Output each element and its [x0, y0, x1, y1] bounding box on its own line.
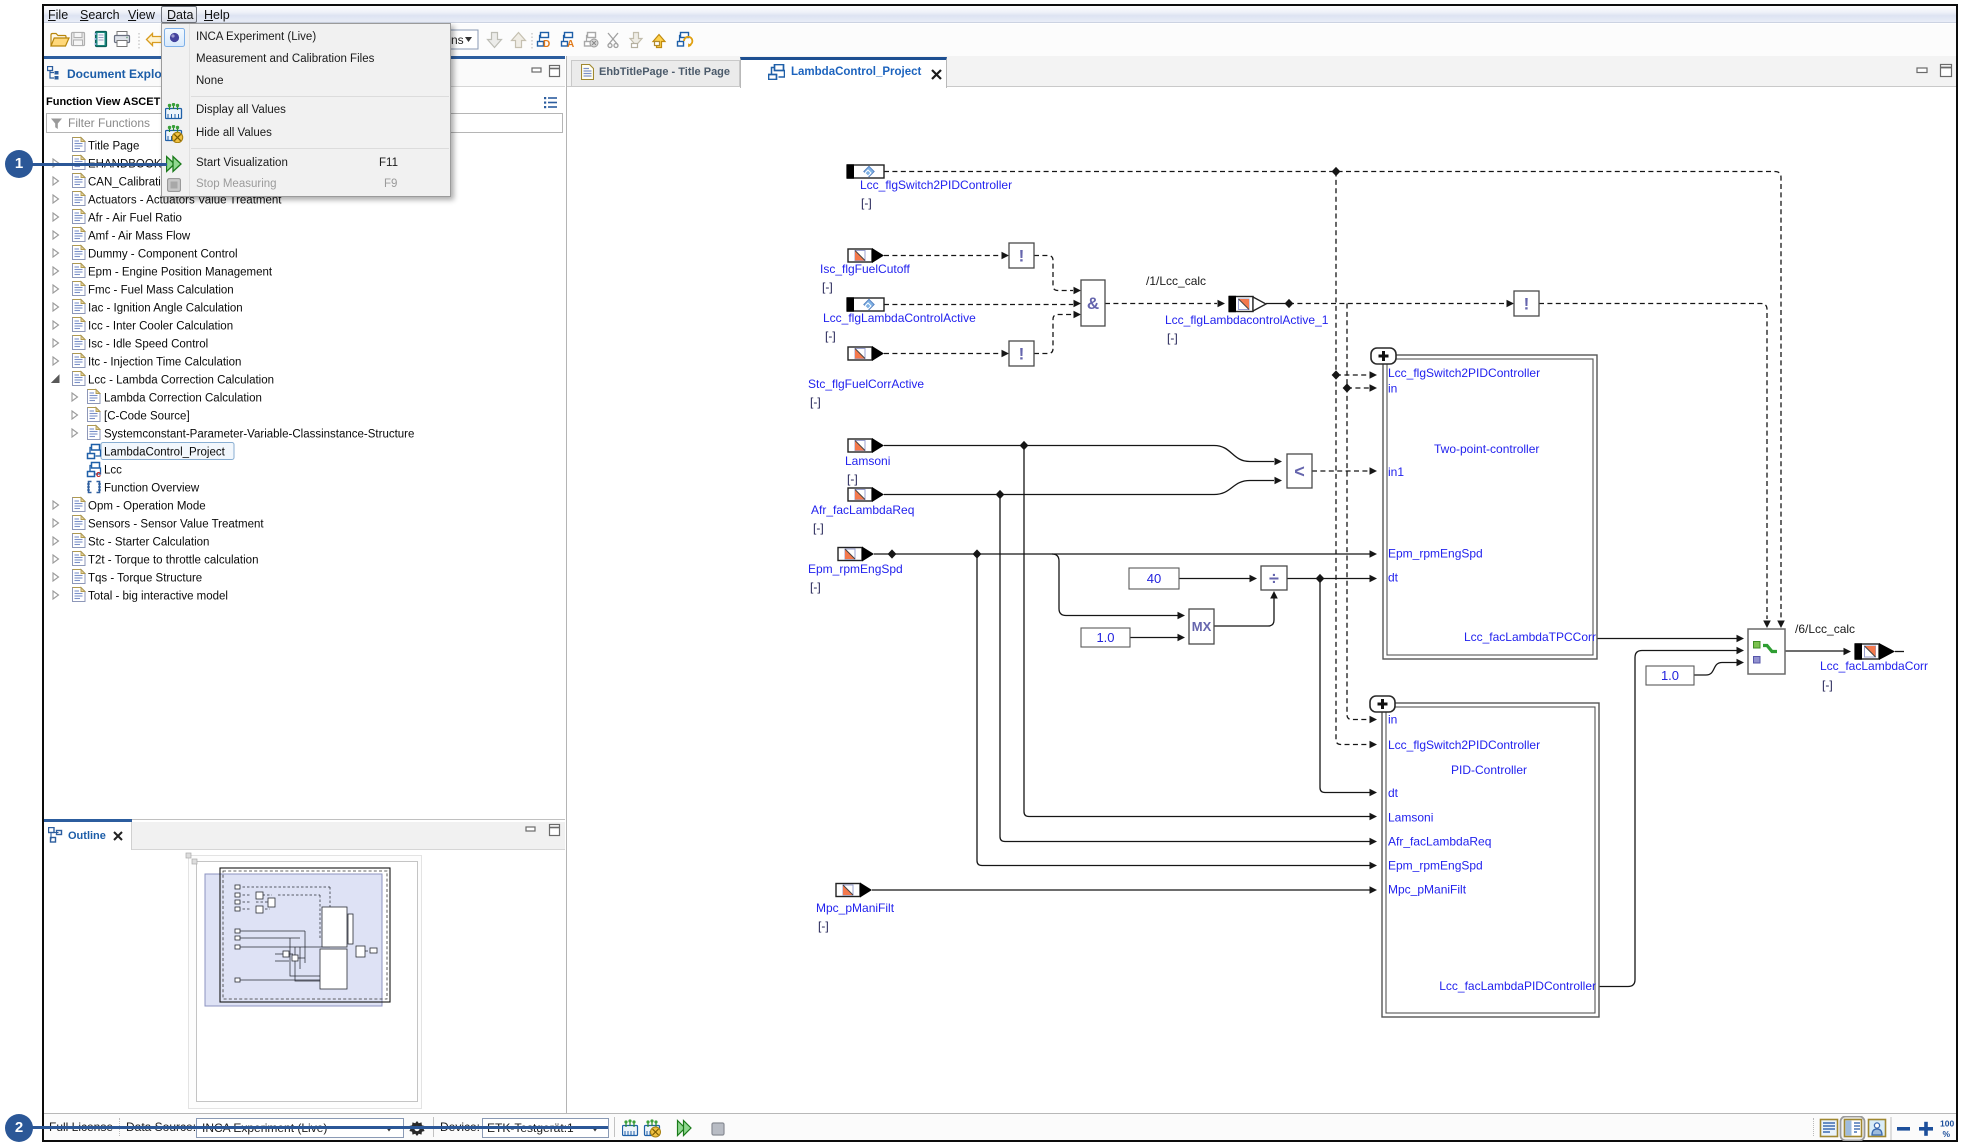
- svg-text:[-]: [-]: [818, 919, 829, 933]
- svg-text:Lcc_flgSwitch2PIDController: Lcc_flgSwitch2PIDController: [1388, 366, 1540, 380]
- svg-text:Epm - Engine Position Manageme: Epm - Engine Position Management: [88, 267, 273, 279]
- svg-text:Isc - Idle Speed Control: Isc - Idle Speed Control: [88, 339, 208, 351]
- svg-text:Lcc_flgLambdacontrolActive_1: Lcc_flgLambdacontrolActive_1: [1165, 313, 1329, 327]
- svg-text:[-]: [-]: [861, 196, 872, 210]
- svg-text:Dummy - Component Control: Dummy - Component Control: [88, 249, 238, 261]
- svg-text:Lcc_flgSwitch2PIDController: Lcc_flgSwitch2PIDController: [1388, 738, 1540, 752]
- svg-text:dt: dt: [1388, 786, 1399, 800]
- svg-text:MX: MX: [1192, 619, 1212, 634]
- svg-text:Lamsoni: Lamsoni: [1388, 811, 1433, 825]
- svg-text:Lcc_facLambdaPIDController: Lcc_facLambdaPIDController: [1439, 979, 1596, 993]
- svg-text:Lcc_facLambdaCorr: Lcc_facLambdaCorr: [1820, 659, 1928, 673]
- svg-text:Lcc: Lcc: [104, 465, 122, 477]
- svg-text:Function Overview: Function Overview: [104, 483, 200, 495]
- svg-text:Lcc - Lambda Correction Calcul: Lcc - Lambda Correction Calculation: [88, 375, 274, 387]
- svg-text:<: <: [1294, 461, 1305, 481]
- svg-text:Epm_rpmEngSpd: Epm_rpmEngSpd: [808, 562, 903, 576]
- svg-text:A: A: [567, 39, 574, 50]
- svg-text:Lcc_facLambdaTPCCorr: Lcc_facLambdaTPCCorr: [1464, 630, 1596, 644]
- svg-text:&: &: [1087, 294, 1099, 313]
- svg-text:Afr - Air Fuel Ratio: Afr - Air Fuel Ratio: [88, 213, 182, 225]
- svg-text:[-]: [-]: [825, 329, 836, 343]
- svg-text:Title Page: Title Page: [88, 141, 139, 153]
- svg-text:[-]: [-]: [813, 521, 824, 535]
- svg-text:Total - big interactive model: Total - big interactive model: [88, 591, 228, 603]
- svg-text:Epm_rpmEngSpd: Epm_rpmEngSpd: [1388, 547, 1483, 561]
- svg-text:Sensors - Sensor Value Treatme: Sensors - Sensor Value Treatment: [88, 519, 264, 531]
- svg-text:Afr_facLambdaReq: Afr_facLambdaReq: [1388, 835, 1491, 849]
- svg-text:D: D: [543, 39, 550, 50]
- svg-text:[-]: [-]: [1822, 678, 1833, 692]
- svg-text:ns: ns: [451, 33, 464, 47]
- svg-text:Itc - Injection Time Calculati: Itc - Injection Time Calculation: [88, 357, 241, 369]
- svg-text:Lcc_flgLambdaControlActive: Lcc_flgLambdaControlActive: [823, 311, 976, 325]
- svg-text:Lamsoni: Lamsoni: [845, 454, 890, 468]
- svg-text:/1/Lcc_calc: /1/Lcc_calc: [1146, 274, 1206, 288]
- svg-text:c: c: [96, 469, 101, 479]
- svg-text:Lcc_flgSwitch2PIDController: Lcc_flgSwitch2PIDController: [860, 178, 1012, 192]
- svg-text:dt: dt: [1388, 571, 1399, 585]
- svg-text:/6/Lcc_calc: /6/Lcc_calc: [1795, 622, 1855, 636]
- svg-text:in: in: [1388, 382, 1397, 396]
- svg-text:!: !: [1019, 247, 1025, 266]
- svg-text:Afr_facLambdaReq: Afr_facLambdaReq: [811, 503, 914, 517]
- svg-text:[-]: [-]: [847, 472, 858, 486]
- svg-text:[-]: [-]: [810, 395, 821, 409]
- svg-text:Systemconstant-Parameter-Varia: Systemconstant-Parameter-Variable-Classi…: [104, 429, 414, 441]
- svg-text:Iac - Ignition Angle Calculati: Iac - Ignition Angle Calculation: [88, 303, 243, 315]
- svg-text:!: !: [1019, 345, 1025, 364]
- svg-text:Epm_rpmEngSpd: Epm_rpmEngSpd: [1388, 859, 1483, 873]
- svg-text:Mpc_pManiFilt: Mpc_pManiFilt: [816, 901, 895, 915]
- svg-text:÷: ÷: [1269, 568, 1279, 588]
- svg-text:!: !: [1524, 295, 1530, 314]
- svg-text:PID-Controller: PID-Controller: [1451, 763, 1527, 777]
- svg-text:[-]: [-]: [1167, 331, 1178, 345]
- svg-text:Fmc - Fuel Mass Calculation: Fmc - Fuel Mass Calculation: [88, 285, 234, 297]
- svg-text:Mpc_pManiFilt: Mpc_pManiFilt: [1388, 883, 1467, 897]
- svg-text:T2t - Torque to throttle calcu: T2t - Torque to throttle calculation: [88, 555, 258, 567]
- svg-text:[-]: [-]: [810, 580, 821, 594]
- svg-text:in: in: [1388, 713, 1397, 727]
- svg-text:Isc_flgFuelCutoff: Isc_flgFuelCutoff: [820, 262, 910, 276]
- svg-text:1.0: 1.0: [1096, 630, 1114, 645]
- svg-text:Icc - Inter Cooler Calculation: Icc - Inter Cooler Calculation: [88, 321, 233, 333]
- svg-text:Lambda Correction Calculation: Lambda Correction Calculation: [104, 393, 262, 405]
- svg-text:Opm - Operation Mode: Opm - Operation Mode: [88, 501, 206, 513]
- svg-text:Stc - Starter Calculation: Stc - Starter Calculation: [88, 537, 209, 549]
- svg-text:LambdaControl_Project: LambdaControl_Project: [104, 447, 226, 459]
- svg-text:Tqs - Torque Structure: Tqs - Torque Structure: [88, 573, 202, 585]
- svg-text:[-]: [-]: [822, 280, 833, 294]
- svg-text:%: %: [1943, 1129, 1951, 1139]
- svg-text:[C-Code Source]: [C-Code Source]: [104, 411, 190, 423]
- svg-text:Two-point-controller: Two-point-controller: [1434, 442, 1539, 456]
- svg-text:in1: in1: [1388, 465, 1404, 479]
- svg-text:40: 40: [1147, 571, 1161, 586]
- svg-text:100: 100: [1940, 1119, 1954, 1129]
- svg-text:Amf - Air Mass Flow: Amf - Air Mass Flow: [88, 231, 191, 243]
- svg-text:Stc_flgFuelCorrActive: Stc_flgFuelCorrActive: [808, 377, 924, 391]
- svg-text:1.0: 1.0: [1661, 668, 1679, 683]
